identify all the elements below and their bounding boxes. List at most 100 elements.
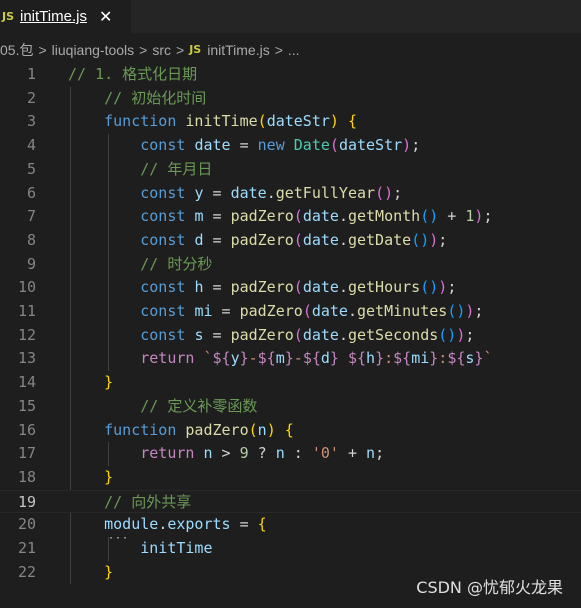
code-token: = (203, 278, 231, 297)
tab-init-time[interactable]: JS initTime.js ✕ (0, 0, 131, 33)
code-token: y (230, 349, 240, 368)
code-line[interactable]: 2 // 初始化时间 (0, 87, 581, 111)
code-line[interactable]: 11 const mi = padZero(date.getMinutes())… (0, 300, 581, 324)
line-number: 10 (17, 278, 36, 297)
code-line[interactable]: 18 } (0, 466, 581, 490)
code-text: module.exports = { (68, 513, 267, 537)
code-token: ; (411, 136, 421, 155)
code-token: : (284, 444, 312, 463)
code-token: date (194, 136, 231, 155)
code-token: ; (465, 325, 475, 344)
code-token: } (104, 562, 114, 581)
code-token: ` (203, 349, 213, 368)
code-line[interactable]: 17 return n > 9 ? n : '0' + n; (0, 442, 581, 466)
code-token: new (257, 136, 285, 155)
code-token: () (375, 183, 394, 202)
line-number: 11 (17, 302, 36, 320)
code-token: getDate (347, 230, 412, 249)
code-line[interactable]: 9 // 时分秒 (0, 253, 581, 277)
code-line[interactable]: 21 initTime (0, 537, 581, 561)
code-line[interactable]: 12 const s = padZero(date.getSeconds()); (0, 324, 581, 348)
code-token: date (302, 207, 339, 226)
code-text: const d = padZero(date.getDate()); (68, 229, 447, 253)
line-number: 1 (26, 65, 36, 83)
breadcrumb-item-file[interactable]: initTime.js (207, 42, 270, 58)
code-line[interactable]: 10 const h = padZero(date.getHours()); (0, 276, 581, 300)
code-text: // 时分秒 (68, 253, 212, 277)
code-token: dateStr (338, 136, 403, 155)
code-line[interactable]: 4 const date = new Date(dateStr); (0, 134, 581, 158)
code-text: return n > 9 ? n : '0' + n; (68, 442, 384, 466)
close-icon[interactable]: ✕ (99, 7, 112, 26)
line-number: 18 (17, 467, 36, 486)
code-token: = (230, 136, 258, 155)
code-line[interactable]: 6 const y = date.getFullYear(); (0, 182, 581, 206)
code-line[interactable]: 13 return `${y}-${m}-${d} ${h}:${mi}:${s… (0, 347, 581, 371)
code-line[interactable]: 19 // 向外共享 (0, 489, 581, 514)
code-text: return `${y}-${m}-${d} ${h}:${mi}:${s}` (68, 347, 492, 371)
code-token: function (104, 420, 177, 439)
code-token: date (302, 278, 339, 297)
code-token: n (257, 420, 267, 439)
code-text: // 定义补零函数 (68, 395, 257, 419)
code-text: function initTime(dateStr) { (68, 110, 357, 134)
breadcrumb-item-src[interactable]: src (152, 42, 171, 58)
code-line[interactable]: 14 } (0, 371, 581, 395)
tab-label[interactable]: initTime.js (20, 8, 87, 25)
code-line[interactable]: 15 // 定义补零函数 (0, 395, 581, 419)
code-line[interactable]: 20 module.exports = { (0, 513, 581, 537)
code-token: () (438, 325, 457, 344)
code-token: ( (293, 230, 303, 249)
code-token: Date (293, 136, 330, 155)
code-token: function (104, 112, 177, 131)
code-token: ) (429, 230, 439, 249)
code-token: ) (266, 420, 276, 439)
code-token: + (438, 207, 466, 226)
code-token: + (338, 444, 367, 463)
code-text: const y = date.getFullYear(); (68, 182, 402, 206)
code-token: = (203, 207, 231, 226)
code-token: getHours (347, 278, 421, 297)
code-line[interactable]: 7 const m = padZero(date.getMonth() + 1)… (0, 205, 581, 229)
javascript-file-icon: JS (189, 43, 202, 56)
code-token: n (275, 444, 285, 463)
code-text: function padZero(n) { (68, 419, 294, 443)
line-number: 2 (26, 88, 36, 107)
code-token: () (420, 207, 439, 226)
code-line[interactable]: 1 // 1. 格式化日期 (0, 63, 581, 87)
code-token: > (212, 444, 240, 463)
code-line[interactable]: 3 function initTime(dateStr) { (0, 110, 581, 134)
code-token: n (366, 444, 376, 463)
code-token: module (104, 515, 159, 534)
breadcrumb-item-symbol[interactable]: ... (288, 42, 300, 58)
code-token: = (212, 302, 240, 320)
line-number: 16 (17, 420, 36, 439)
code-editor[interactable]: 1// 1. 格式化日期 2 // 初始化时间 3 function initTim… (0, 63, 581, 608)
code-token: ${ (447, 349, 466, 368)
code-text: // 年月日 (68, 158, 212, 182)
code-token: padZero (230, 325, 294, 344)
code-line[interactable]: 8 const d = padZero(date.getDate()); (0, 229, 581, 253)
line-number: 12 (17, 325, 36, 344)
code-token: const (140, 230, 186, 249)
code-token: date (311, 302, 348, 320)
code-token: padZero (230, 278, 294, 297)
line-number: 22 (17, 562, 36, 581)
code-token: ( (293, 207, 303, 226)
code-line[interactable]: 5 // 年月日 (0, 158, 581, 182)
breadcrumb-item-folder[interactable]: liuqiang-tools (52, 42, 135, 58)
code-token: // 年月日 (68, 159, 213, 178)
line-number: 5 (26, 159, 36, 178)
code-line[interactable]: 16 function padZero(n) { (0, 419, 581, 443)
line-number: 8 (26, 230, 36, 249)
code-token: return (140, 349, 195, 368)
breadcrumb-item-package[interactable]: 05.包 (0, 40, 33, 60)
code-token: initTime (140, 539, 213, 557)
